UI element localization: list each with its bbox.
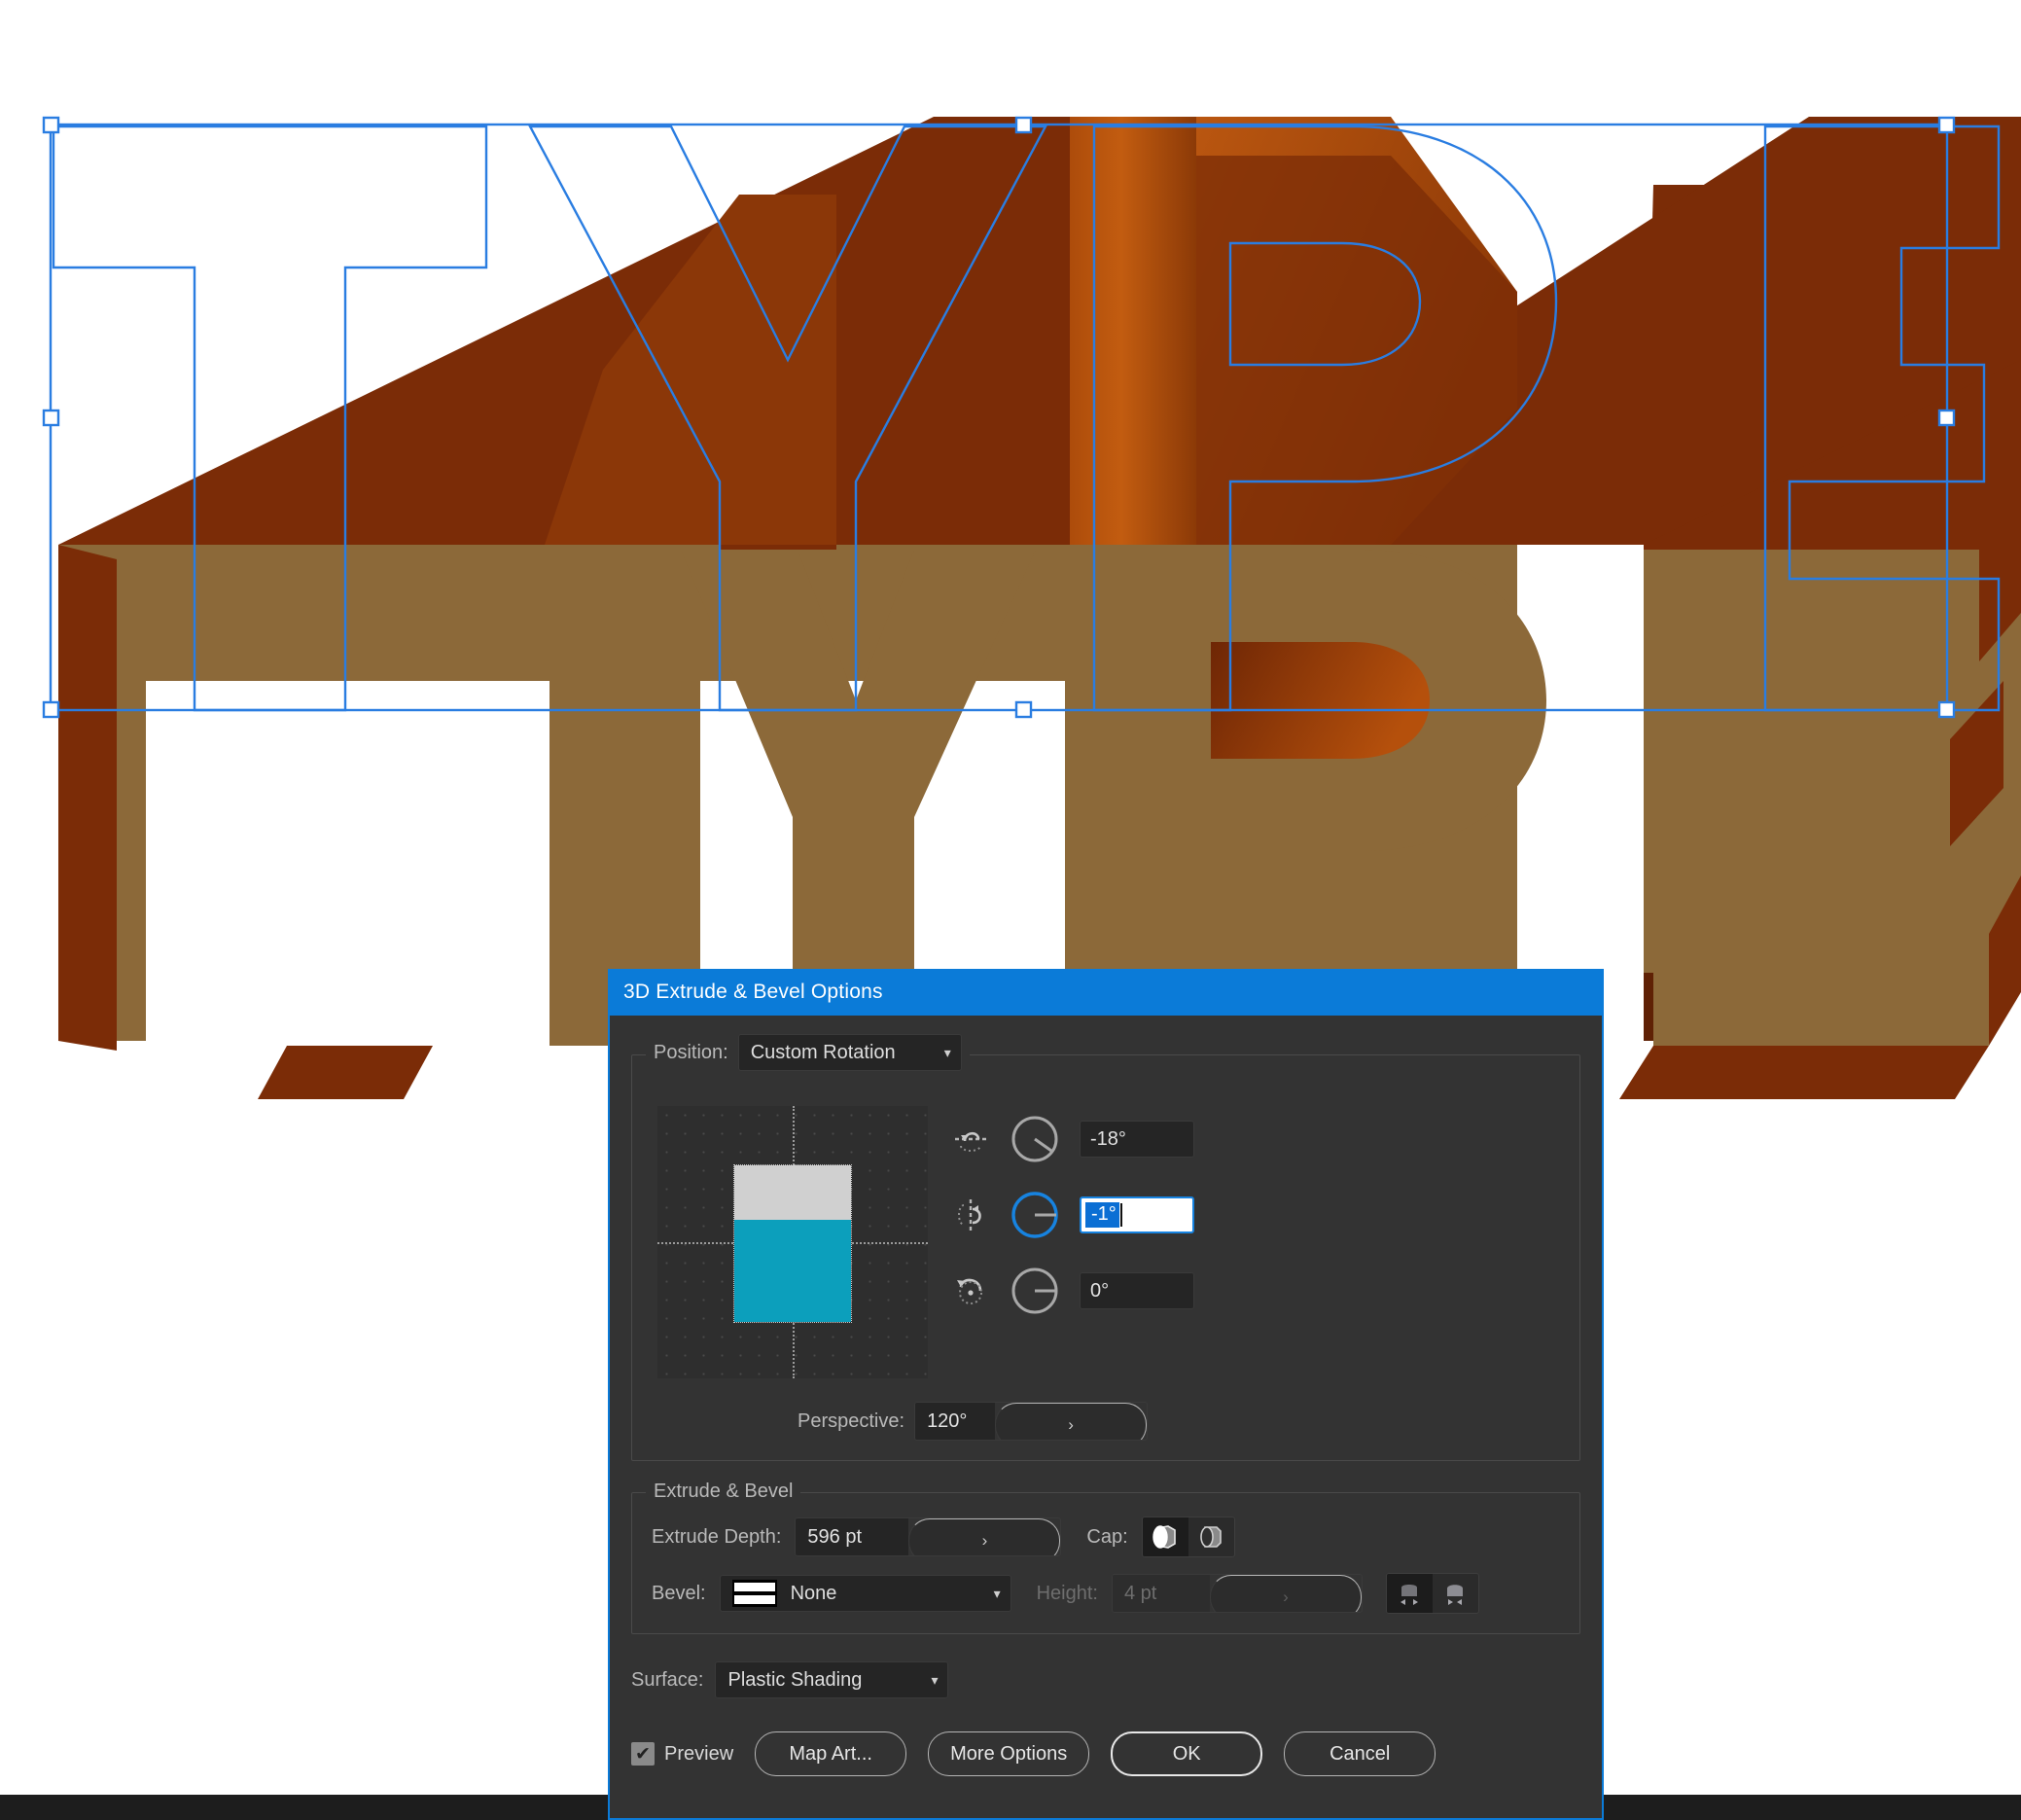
map-art-button[interactable]: Map Art... (755, 1731, 907, 1776)
bevel-extent-out-icon[interactable] (1386, 1574, 1433, 1613)
rotate-z-value: 0° (1090, 1279, 1110, 1302)
extrude-bevel-legend: Extrude & Bevel (646, 1481, 801, 1503)
dialog-footer: ✔ Preview Map Art... More Options OK Can… (631, 1731, 1580, 1786)
surface-label: Surface: (631, 1668, 704, 1691)
preview-checkbox[interactable]: ✔ (631, 1742, 655, 1766)
letter-E-front (1653, 550, 1989, 1046)
chevron-right-icon[interactable]: › (995, 1403, 1148, 1440)
rotate-x-input[interactable]: -18° (1080, 1121, 1194, 1158)
dialog-titlebar: 3D Extrude & Bevel Options (610, 969, 1602, 1016)
position-value: Custom Rotation (750, 1041, 896, 1063)
bevel-select[interactable]: None ▾ (719, 1575, 1011, 1612)
preview-label: Preview (664, 1742, 734, 1765)
cube-face-front (734, 1220, 851, 1322)
rotate-y-icon (958, 1199, 981, 1231)
chevron-down-icon: ▾ (993, 1585, 1001, 1601)
height-label: Height: (1036, 1582, 1098, 1604)
rotate-z-icon (957, 1278, 982, 1304)
text-caret (1119, 1203, 1122, 1227)
chevron-down-icon: ▾ (943, 1044, 951, 1060)
rotate-y-value: -1° (1085, 1202, 1119, 1228)
bevel-row: Bevel: None ▾ Height: 4 pt › (652, 1573, 1560, 1614)
bevel-extent-group[interactable] (1385, 1573, 1479, 1614)
rotate-x-value: -18° (1090, 1127, 1126, 1150)
extrude-bevel-group: Extrude & Bevel Extrude Depth: 596 pt › … (631, 1481, 1580, 1634)
chevron-right-icon: › (1209, 1575, 1362, 1612)
cap-toggle-group[interactable] (1141, 1517, 1235, 1557)
extrude-depth-value: 596 pt (796, 1518, 909, 1555)
cube-face-top (734, 1165, 851, 1220)
rotation-area: -18° -1° 0° (652, 1088, 1560, 1378)
ok-button[interactable]: OK (1111, 1731, 1263, 1776)
more-options-button[interactable]: More Options (928, 1731, 1090, 1776)
hollow-cap-icon[interactable] (1188, 1517, 1234, 1556)
perspective-stepper[interactable]: 120° › (914, 1402, 1149, 1441)
bevel-extent-in-icon[interactable] (1433, 1574, 1478, 1613)
rotate-y-input[interactable]: -1° (1080, 1196, 1194, 1233)
chevron-right-icon[interactable]: › (908, 1518, 1061, 1555)
rotate-x-row: -18° (951, 1112, 1194, 1166)
position-label: Position: (654, 1041, 728, 1063)
extrude-depth-label: Extrude Depth: (652, 1525, 782, 1548)
chevron-down-icon: ▾ (931, 1671, 939, 1688)
rotate-y-row: -1° (951, 1188, 1194, 1242)
rotate-x-icon (955, 1131, 986, 1152)
rotate-y-dial[interactable] (1008, 1188, 1062, 1242)
surface-row: Surface: Plastic Shading ▾ (631, 1661, 1580, 1698)
surface-value: Plastic Shading (727, 1668, 863, 1691)
position-group: Position: Custom Rotation ▾ -18° -1° 0° … (631, 1034, 1580, 1461)
rotate-x-dial[interactable] (1008, 1112, 1062, 1166)
perspective-label: Perspective: (798, 1410, 905, 1432)
bevel-none-swatch (731, 1580, 777, 1607)
cap-label: Cap: (1086, 1525, 1128, 1548)
bevel-value: None (790, 1582, 837, 1604)
extrude-depth-stepper[interactable]: 596 pt › (795, 1517, 1062, 1556)
3d-extrude-bevel-dialog[interactable]: 3D Extrude & Bevel Options Position: Cus… (608, 969, 1604, 1820)
rotate-z-row: 0° (951, 1264, 1194, 1318)
perspective-row: Perspective: 120° › (652, 1402, 1560, 1441)
perspective-value: 120° (915, 1403, 996, 1440)
preview-checkbox-row[interactable]: ✔ Preview (631, 1742, 733, 1766)
bevel-height-value: 4 pt (1112, 1575, 1210, 1612)
rotate-z-dial[interactable] (1008, 1264, 1062, 1318)
surface-select[interactable]: Plastic Shading ▾ (715, 1661, 949, 1698)
rotation-cube-preview[interactable] (657, 1106, 928, 1378)
position-select[interactable]: Custom Rotation ▾ (737, 1034, 962, 1071)
position-row: Position: Custom Rotation ▾ (646, 1034, 970, 1071)
rotation-controls: -18° -1° 0° (928, 1106, 1194, 1318)
solid-cap-icon[interactable] (1142, 1517, 1188, 1556)
bevel-label: Bevel: (652, 1582, 706, 1604)
dialog-title: 3D Extrude & Bevel Options (623, 981, 883, 1003)
rotate-z-input[interactable]: 0° (1080, 1272, 1194, 1309)
bevel-height-stepper: 4 pt › (1111, 1574, 1363, 1613)
extrude-depth-row: Extrude Depth: 596 pt › Cap: (652, 1517, 1560, 1557)
preview-cube[interactable] (733, 1164, 852, 1323)
cancel-button[interactable]: Cancel (1284, 1731, 1436, 1776)
